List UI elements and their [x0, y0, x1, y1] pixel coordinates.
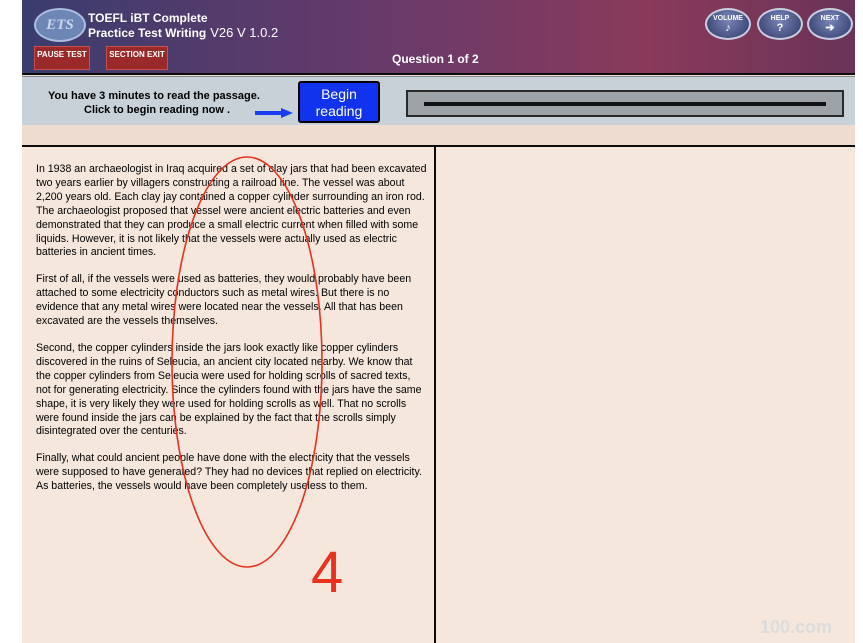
- app-title: TOEFL iBT Complete: [88, 11, 208, 25]
- volume-label: VOLUME: [713, 15, 743, 22]
- passage-text: In 1938 an archaeologist in Iraq acquire…: [36, 163, 428, 507]
- app-subtitle-text: Practice Test Writing: [88, 26, 207, 40]
- pointing-arrow-icon: [255, 108, 293, 118]
- app-subtitle: Practice Test Writing V26 V 1.0.2: [88, 25, 278, 40]
- ets-logo: ETS: [34, 8, 86, 42]
- volume-button[interactable]: VOLUME ♪: [705, 8, 751, 40]
- next-button[interactable]: NEXT ➔: [807, 8, 853, 40]
- reading-timer-fill: [424, 102, 826, 106]
- passage-paragraph: In 1938 an archaeologist in Iraq acquire…: [36, 163, 427, 259]
- section-exit-button[interactable]: SECTION EXIT: [106, 46, 168, 70]
- test-window: ETS TOEFL iBT Complete Practice Test Wri…: [22, 0, 855, 643]
- passage-paragraph: First of all, if the vessels were used a…: [36, 273, 412, 328]
- speaker-icon: ♪: [725, 22, 731, 34]
- begin-reading-line-1: Begin: [321, 86, 357, 102]
- header-divider: [22, 73, 855, 75]
- next-label: NEXT: [820, 15, 840, 22]
- response-panel: [436, 147, 855, 643]
- begin-reading-line-2: reading: [315, 103, 363, 119]
- watermark: 100.com: [760, 617, 833, 637]
- begin-reading-button[interactable]: Begin reading: [298, 81, 380, 123]
- question-mark-icon: ?: [776, 22, 784, 34]
- passage-paragraph: Finally, what could ancient people have …: [36, 452, 422, 493]
- passage-paragraph: Second, the copper cylinders inside the …: [36, 341, 422, 438]
- question-counter: Question 1 of 2: [392, 52, 479, 66]
- instruction-line-2: Click to begin reading now .: [84, 104, 231, 116]
- version-label: V26 V 1.0.2: [210, 25, 279, 40]
- header-bar: ETS TOEFL iBT Complete Practice Test Wri…: [22, 0, 855, 73]
- instruction-line-1: You have 3 minutes to read the passage.: [48, 90, 260, 102]
- reading-timer-bar: [406, 90, 844, 117]
- left-margin: [0, 0, 22, 643]
- spacer-band: [22, 125, 855, 145]
- help-button[interactable]: HELP ?: [757, 8, 803, 40]
- help-label: HELP: [770, 15, 790, 22]
- reading-passage-panel: In 1938 an archaeologist in Iraq acquire…: [22, 147, 434, 643]
- arrow-right-icon: ➔: [825, 22, 835, 34]
- right-margin: [855, 0, 863, 643]
- instruction-bar: You have 3 minutes to read the passage. …: [22, 76, 855, 126]
- pause-test-button[interactable]: PAUSE TEST: [34, 46, 90, 70]
